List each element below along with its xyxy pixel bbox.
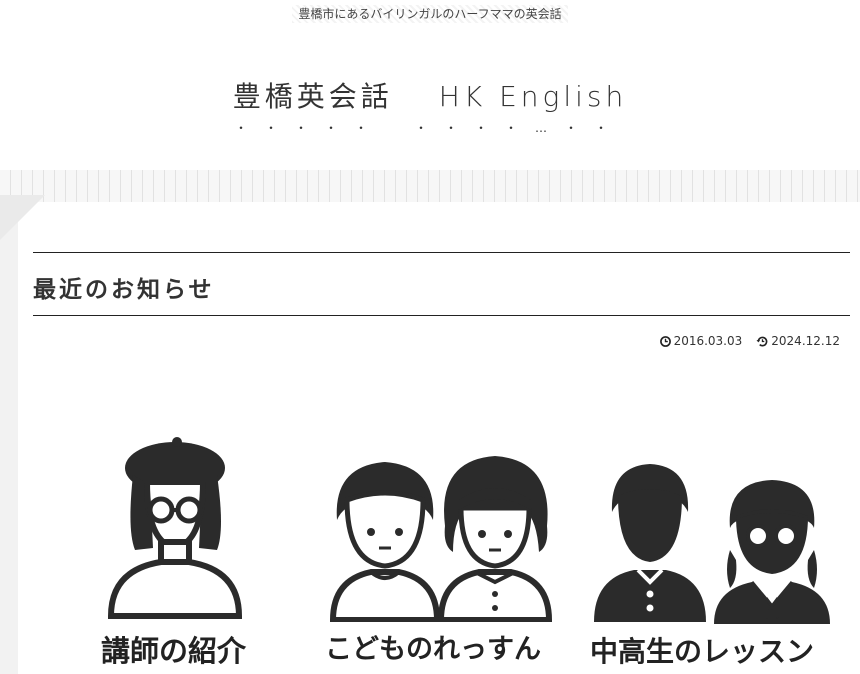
published-date: 2016.03.03 — [659, 334, 743, 348]
teacher-intro-label[interactable]: 講師の紹介 — [101, 628, 246, 670]
kids-lesson-label[interactable]: こどものれっすん — [325, 627, 541, 666]
lesson-illustrations[interactable]: 講師の紹介 こどものれっすん 中高生のレッスン — [0, 430, 860, 674]
post-meta: 2016.03.03 2024.12.12 — [659, 334, 840, 348]
children-icon — [329, 456, 553, 623]
page-title: 最近のお知らせ — [33, 276, 215, 303]
site-brand[interactable]: 豊橋英会話 HK English ・・・・・ ・・・・…・・ — [0, 75, 860, 136]
folded-corner-decoration — [0, 195, 45, 240]
site-title[interactable]: 豊橋英会話 HK English — [0, 75, 860, 115]
heading-top-rule — [33, 252, 850, 253]
history-icon — [756, 336, 768, 346]
students-lesson-link[interactable]: 中高生のレッスン — [590, 430, 840, 674]
site-tagline: 豊橋市にあるバイリンガルのハーフママの英会話 — [0, 5, 860, 23]
teacher-intro-link[interactable]: 講師の紹介 — [95, 430, 265, 674]
site-title-en[interactable]: HK English — [439, 80, 627, 113]
heading-bottom-rule — [33, 315, 850, 316]
kids-lesson-link[interactable]: こどものれっすん — [325, 430, 555, 674]
published-date-text: 2016.03.03 — [673, 334, 743, 348]
students-icon — [594, 464, 830, 624]
students-lesson-label[interactable]: 中高生のレッスン — [590, 630, 814, 670]
title-dots-decoration: ・・・・・ ・・・・…・・ — [234, 121, 625, 135]
updated-date: 2024.12.12 — [756, 334, 840, 348]
clock-icon — [659, 335, 671, 347]
site-title-jp[interactable]: 豊橋英会話 — [233, 80, 393, 113]
teacher-beret-icon — [107, 437, 243, 619]
tagline-text: 豊橋市にあるバイリンガルのハーフママの英会話 — [292, 5, 568, 23]
updated-date-text: 2024.12.12 — [771, 334, 840, 348]
decorative-stripe — [0, 170, 860, 202]
